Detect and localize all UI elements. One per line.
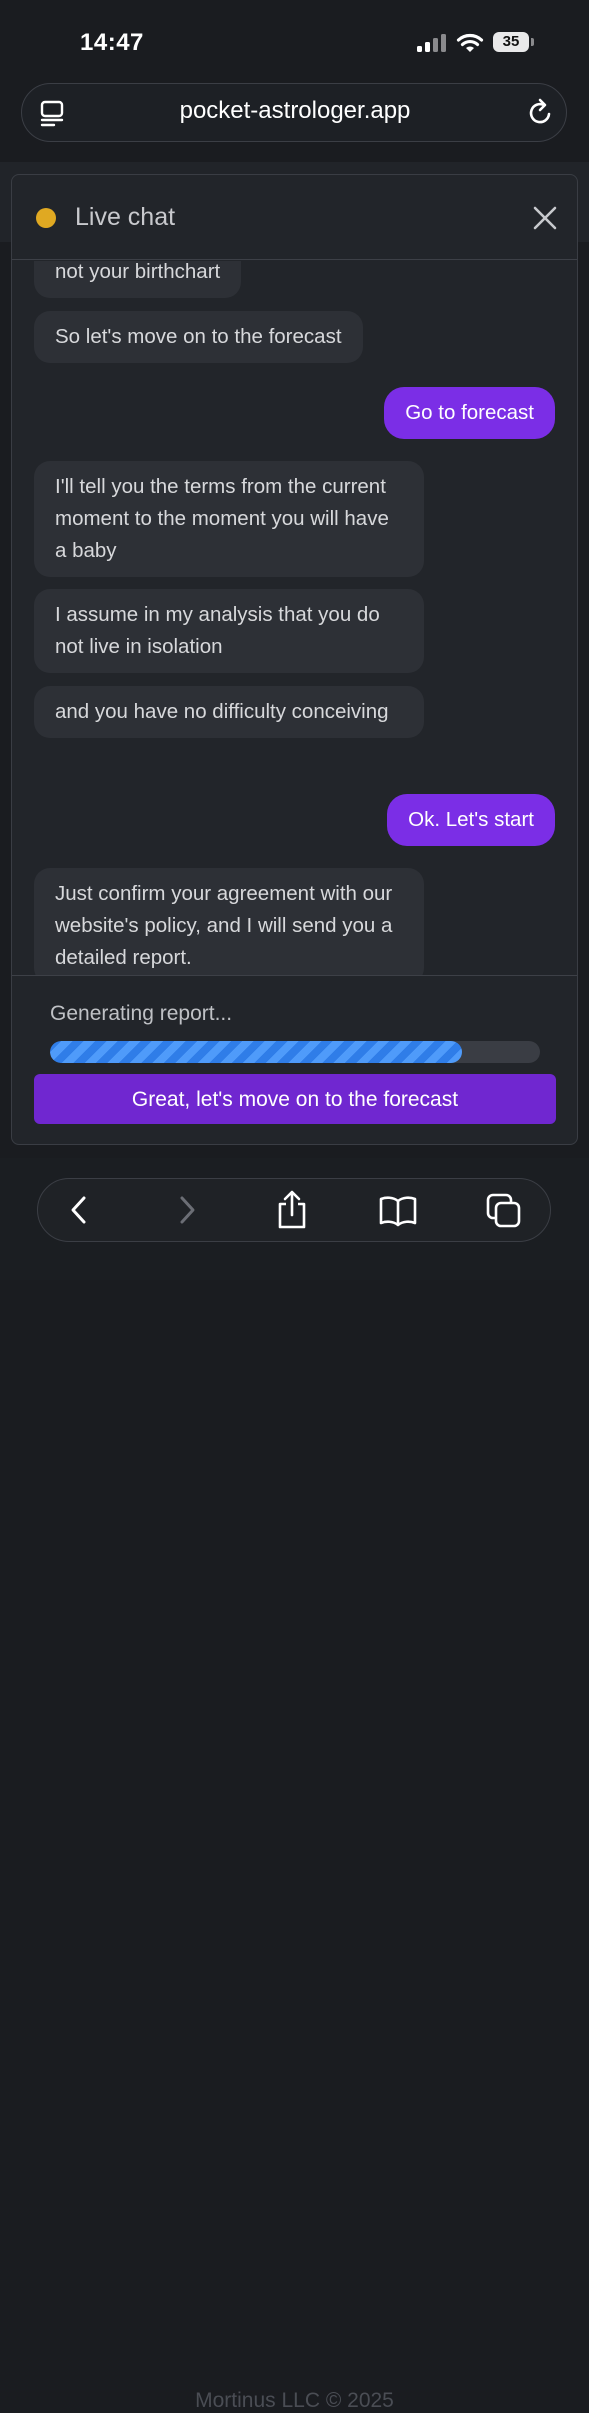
live-chat-modal: Live chat not your birthchart So let's m… bbox=[11, 174, 578, 1145]
url-text[interactable]: pocket-astrologer.app bbox=[120, 97, 470, 125]
back-icon[interactable] bbox=[64, 1190, 94, 1230]
footer-copyright: Mortinus LLC © 2025 bbox=[195, 2389, 394, 2412]
forward-icon[interactable] bbox=[172, 1190, 202, 1230]
share-icon[interactable] bbox=[274, 1190, 310, 1230]
chat-header: Live chat bbox=[12, 175, 577, 260]
clock: 14:47 bbox=[80, 29, 144, 56]
bot-message: not your birthchart bbox=[34, 261, 242, 298]
user-message: Go to forecast bbox=[384, 387, 555, 439]
bot-message: So let's move on to the forecast bbox=[34, 311, 363, 363]
chat-title: Live chat bbox=[75, 203, 176, 231]
bot-message: Just confirm your agreement with our web… bbox=[34, 868, 424, 975]
cellular-signal-icon bbox=[417, 34, 447, 52]
bookmarks-icon[interactable] bbox=[378, 1190, 418, 1230]
tabs-icon[interactable] bbox=[485, 1190, 523, 1230]
reload-icon[interactable] bbox=[527, 97, 555, 127]
progress-fill bbox=[50, 1041, 462, 1063]
message-list[interactable]: not your birthchart So let's move on to … bbox=[12, 261, 577, 975]
wifi-icon bbox=[456, 33, 484, 52]
chat-footer: Generating report... Great, let's move o… bbox=[12, 975, 577, 1144]
bot-message: I assume in my analysis that you do not … bbox=[34, 589, 424, 673]
battery-tip bbox=[531, 38, 534, 46]
page-menu-icon[interactable] bbox=[40, 100, 66, 128]
status-bar: 14:47 35 bbox=[0, 0, 589, 80]
battery-icon: 35 bbox=[493, 32, 529, 52]
close-icon[interactable] bbox=[532, 205, 558, 231]
bot-message: and you have no difficulty conceiving bbox=[34, 686, 424, 738]
user-message: Ok. Let's start bbox=[387, 794, 555, 846]
progress-bar bbox=[50, 1041, 540, 1063]
progress-label: Generating report... bbox=[50, 1002, 233, 1025]
bot-message: I'll tell you the terms from the current… bbox=[34, 461, 424, 577]
online-status-dot bbox=[36, 208, 56, 228]
forecast-cta-button[interactable]: Great, let's move on to the forecast bbox=[34, 1074, 556, 1124]
